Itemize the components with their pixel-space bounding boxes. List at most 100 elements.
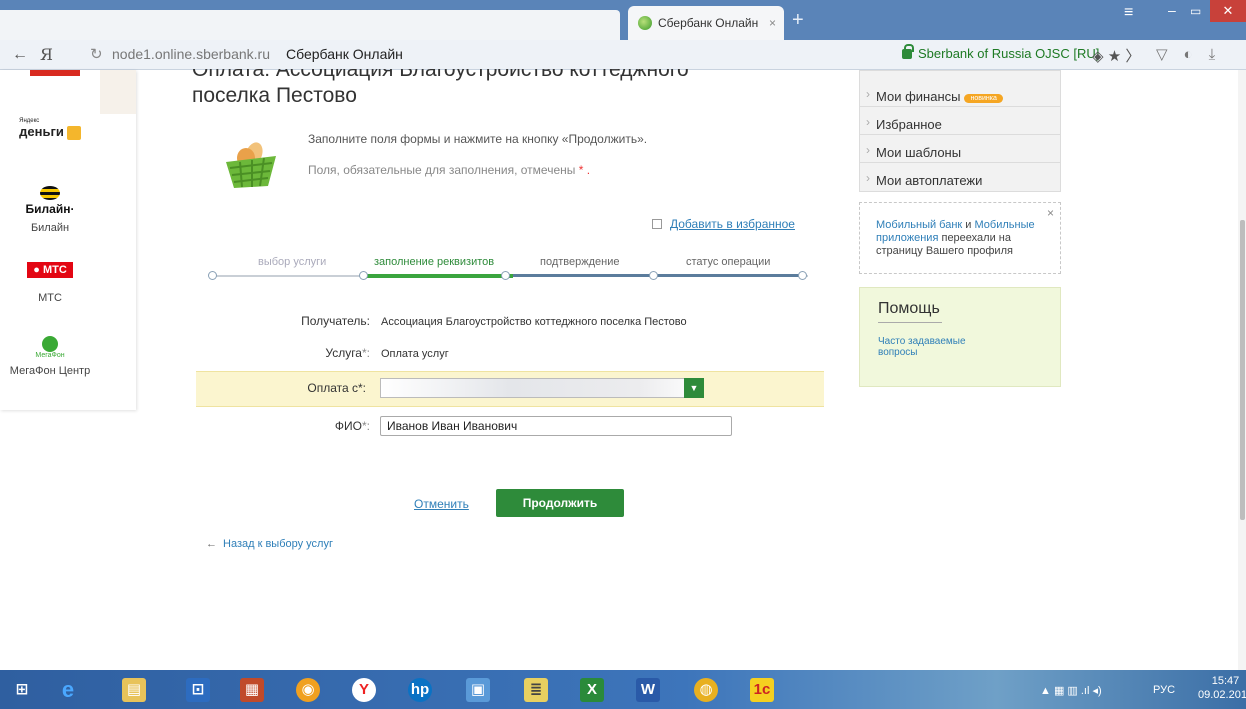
notes-icon[interactable]: ≣: [524, 678, 548, 702]
sidebar-item-autopayments[interactable]: Мои автоплатежи: [860, 163, 1060, 191]
input-language[interactable]: РУС: [1153, 684, 1175, 696]
back-to-services-link[interactable]: ← Назад к выбору услуг: [206, 538, 333, 550]
service-label: Услуга*:: [325, 346, 370, 360]
step-dot: [208, 271, 217, 280]
fio-input[interactable]: Иванов Иван Иванович: [380, 416, 732, 436]
store-icon[interactable]: ⊡: [186, 678, 210, 702]
service-value: Оплата услуг: [381, 348, 449, 360]
back-arrow-icon[interactable]: ←: [12, 46, 28, 64]
step-label-confirm: подтверждение: [540, 256, 620, 268]
required-note: Поля, обязательные для заполнения, отмеч…: [308, 163, 591, 177]
fio-label: ФИО*:: [334, 419, 370, 433]
address-extension-icons[interactable]: ◈ ★ 〉: [1092, 45, 1140, 66]
remote-desktop-icon[interactable]: ▣: [466, 678, 490, 702]
browser-menu-icon[interactable]: ≡: [1124, 4, 1133, 22]
mts-logo: ● МТС: [27, 262, 73, 278]
sidebar-item-favorites[interactable]: Избранное: [860, 107, 1060, 135]
partner-beeline[interactable]: Билайн· Билайн: [0, 186, 100, 234]
browser-tab[interactable]: Сбербанк Онлайн ×: [628, 6, 784, 40]
dropdown-arrow-icon[interactable]: ▼: [684, 378, 704, 398]
pay-from-label: Оплата с*:: [307, 381, 366, 395]
steps-progress: выбор услуги заполнение реквизитов подтв…: [208, 254, 808, 284]
step-dot: [798, 271, 807, 280]
required-mark: * .: [578, 163, 591, 177]
partner-label: Билайн: [30, 222, 70, 234]
new-tab-button[interactable]: +: [792, 10, 804, 30]
system-tray-icons[interactable]: ▲ ▦ ▥ .ıl ◂): [1040, 684, 1102, 697]
turbo-icon: ◐: [1183, 46, 1193, 63]
security-badge-label: Sberbank of Russia OJSC [RU]: [918, 46, 1100, 61]
window-maximize-button[interactable]: ▭: [1190, 4, 1201, 18]
help-panel: Помощь Часто задаваемые вопросы: [859, 287, 1061, 387]
page-title: поселка Пестово: [192, 84, 357, 107]
browser-toolbar-icons[interactable]: ▽ ◐ ⤓: [1156, 45, 1231, 63]
clock-date: 09.02.2016: [1198, 689, 1246, 701]
internet-explorer-icon[interactable]: e: [56, 678, 80, 702]
step-label-details: заполнение реквизитов: [374, 256, 495, 268]
cancel-link[interactable]: Отменить: [414, 497, 469, 511]
partner-label: МегаФон Центр: [9, 365, 91, 377]
close-icon[interactable]: ×: [1047, 207, 1054, 220]
partner-megafon[interactable]: МегаФон МегаФон Центр: [0, 336, 100, 377]
help-divider: [878, 322, 942, 323]
new-badge: новинка: [964, 94, 1003, 103]
sidebar-item-finances[interactable]: Мои финансыновинка: [860, 79, 1060, 107]
recipient-value: Ассоциация Благоустройство коттеджного п…: [381, 316, 687, 328]
hp-icon[interactable]: hp: [408, 678, 432, 702]
partner-mts[interactable]: ● МТС МТС: [0, 262, 100, 304]
window-close-button[interactable]: ✕: [1210, 0, 1246, 22]
clock[interactable]: 15:47 09.02.2016: [1198, 674, 1246, 702]
step-label-status: статус операции: [686, 256, 771, 268]
file-explorer-icon[interactable]: ▤: [122, 678, 146, 702]
step-dot: [501, 271, 510, 280]
media-player-icon[interactable]: ◉: [296, 678, 320, 702]
address-bar: ← Я ↻ node1.online.sberbank.ru Сбербанк …: [0, 40, 1246, 70]
reload-icon[interactable]: ↻: [90, 45, 103, 63]
mobile-bank-notice: × Мобильный банк и Мобильные приложения …: [859, 202, 1061, 274]
pay-from-select[interactable]: ▼: [380, 378, 704, 398]
tab-close-icon[interactable]: ×: [769, 16, 776, 30]
megafon-logo-icon: [42, 336, 58, 352]
1c-icon[interactable]: 1c: [750, 678, 774, 702]
protect-icon: ▽: [1156, 46, 1168, 63]
beeline-logo-text: Билайн·: [25, 202, 75, 216]
step-dot: [649, 271, 658, 280]
url-page-title[interactable]: Сбербанк Онлайн: [286, 46, 403, 62]
partner-column-tab: [100, 70, 136, 114]
url-text[interactable]: node1.online.sberbank.ru: [112, 46, 270, 62]
recipient-label: Получатель:: [301, 314, 370, 328]
clock-time: 15:47: [1211, 675, 1240, 687]
steps-track-pending: [513, 274, 803, 277]
yandex-home-icon[interactable]: Я: [40, 45, 53, 64]
sberbank-favicon-icon: [638, 16, 652, 30]
help-title: Помощь: [878, 300, 940, 317]
partner-yandex-money[interactable]: Яндекс деньги: [0, 118, 100, 141]
shopping-basket-icon: [226, 142, 276, 188]
sidebar-menu: Мои финансыновинка Избранное Мои шаблоны…: [859, 70, 1061, 192]
browser-tab-title: Сбербанк Онлайн: [658, 16, 759, 30]
partner-logo-top[interactable]: [30, 70, 80, 76]
back-arrow-icon: ←: [206, 538, 217, 550]
sidebar-item-templates[interactable]: Мои шаблоны: [860, 135, 1060, 163]
mobile-bank-link[interactable]: Мобильный банк: [876, 219, 962, 231]
wallet-icon: [66, 126, 81, 141]
window-minimize-button[interactable]: –: [1168, 2, 1176, 18]
step-dot: [359, 271, 368, 280]
excel-icon[interactable]: X: [580, 678, 604, 702]
continue-button[interactable]: Продолжить: [496, 489, 624, 517]
app-icon[interactable]: ▦: [240, 678, 264, 702]
add-to-favorites-link[interactable]: Добавить в избранное: [652, 217, 795, 231]
beeline-logo-icon: [40, 186, 60, 200]
step-label-service: выбор услуги: [258, 256, 327, 268]
faq-link[interactable]: Часто задаваемые вопросы: [878, 336, 998, 358]
security-badge[interactable]: Sberbank of Russia OJSC [RU]: [902, 43, 1100, 61]
yandex-money-logo: Яндекс деньги: [19, 118, 64, 139]
word-icon[interactable]: W: [636, 678, 660, 702]
favorite-checkbox-icon: [652, 219, 662, 229]
scrollbar-thumb[interactable]: [1240, 220, 1245, 520]
chrome-icon[interactable]: ◍: [694, 678, 718, 702]
windows-start-icon[interactable]: ⊞: [10, 678, 34, 702]
partner-label: МТС: [38, 292, 62, 304]
yandex-browser-icon[interactable]: Y: [352, 678, 376, 702]
browser-tab-strip: [0, 10, 620, 40]
